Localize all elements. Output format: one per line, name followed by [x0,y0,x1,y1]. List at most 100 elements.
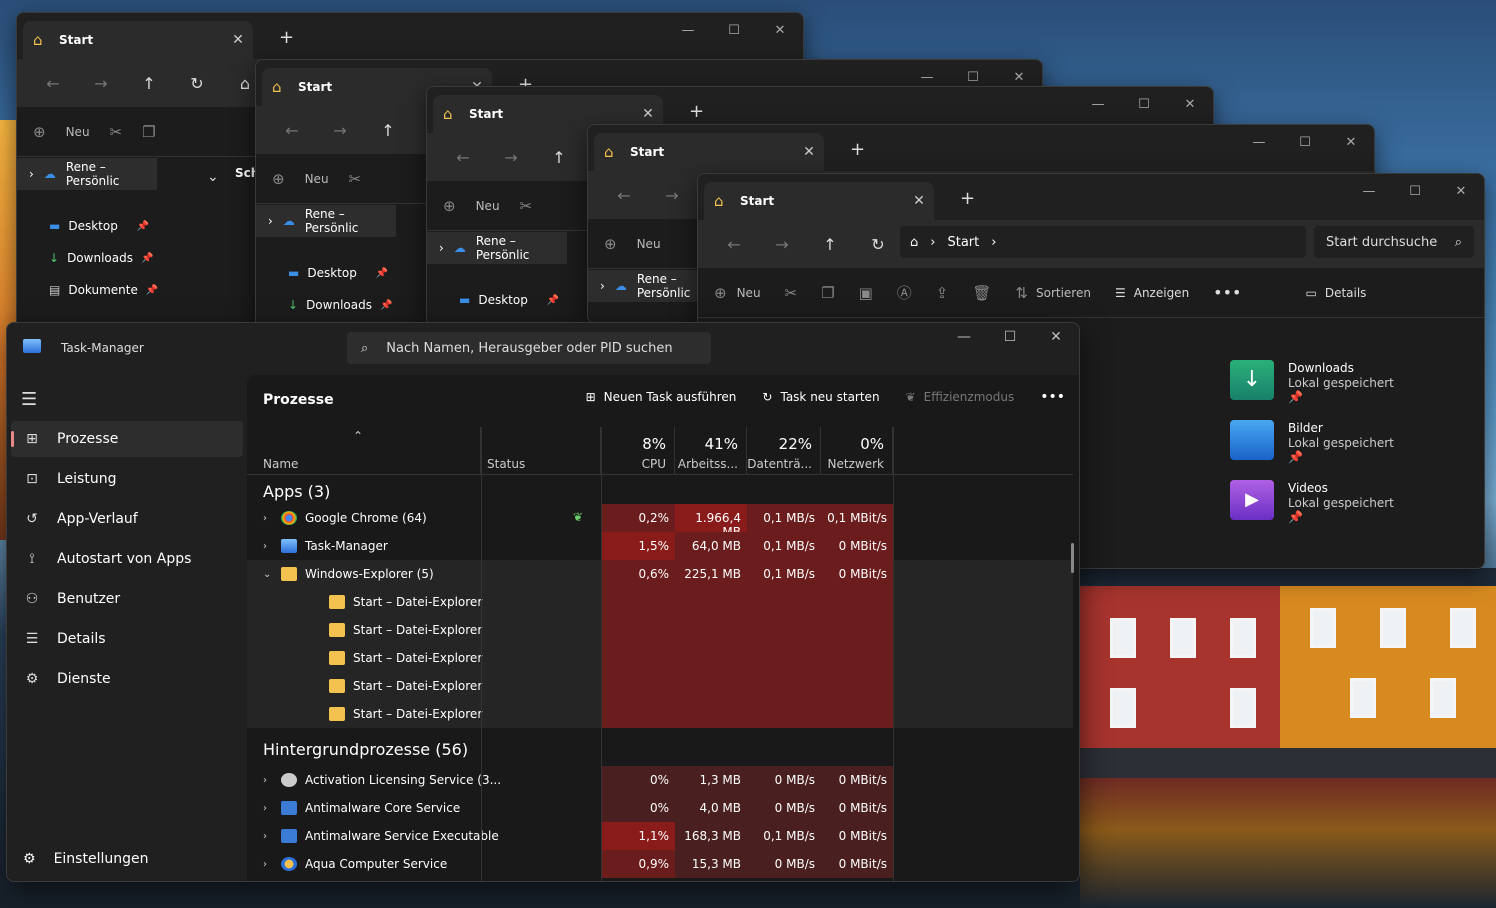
nav-details[interactable]: ☰ Details [11,621,243,657]
chevron-right-icon[interactable]: › [991,235,996,250]
forward-icon[interactable]: → [487,148,535,167]
column-name[interactable]: ⌃ Name [247,427,481,475]
explorer-tab[interactable]: ⌂Start✕ [704,182,934,220]
table-row[interactable]: Start – Datei-Explorer [247,616,1073,644]
close-button[interactable]: ✕ [757,23,803,38]
new-tab-button[interactable]: + [279,27,294,48]
quick-access-downloads[interactable]: ↓ Downloads Lokal gespeichert 📌 [1230,360,1394,404]
quick-access-videos[interactable]: ▶ Videos Lokal gespeichert 📌 [1230,480,1394,524]
chevron-right-icon[interactable]: › [263,803,273,814]
maximize-button[interactable]: ☐ [711,23,757,38]
maximize-button[interactable]: ☐ [1392,184,1438,199]
sidebar-item-desktop[interactable]: ▬ Desktop 📌 [17,210,157,242]
column-status[interactable]: Status [481,427,601,475]
new-button[interactable]: Neu [737,286,761,300]
maximize-button[interactable]: ☐ [1282,135,1328,150]
restart-task-button[interactable]: ↻ Task neu starten [762,390,879,404]
table-row[interactable]: › Antimalware Core Service 0% 4,0 MB 0 MB… [247,794,1073,822]
explorer-tab[interactable]: ⌂Start✕ [23,21,253,59]
chevron-down-icon[interactable]: ⌄ [207,169,219,185]
close-tab-icon[interactable]: ✕ [633,106,663,122]
copy-icon[interactable]: ❐ [821,284,834,302]
new-button[interactable]: Neu [476,199,500,213]
more-options-icon[interactable]: ••• [1040,389,1065,405]
nav-processes[interactable]: ⊞ Prozesse [11,421,243,457]
new-button[interactable]: Neu [637,237,661,251]
column-disk[interactable]: 22% Datenträ... [747,427,821,475]
sort-button[interactable]: Sortieren [1036,286,1091,300]
forward-icon[interactable]: → [758,235,806,254]
cut-icon[interactable]: ✂ [349,170,362,188]
new-button[interactable]: Neu [66,125,90,139]
table-row[interactable]: › Task-Manager 1,5% 64,0 MB 0,1 MB/s 0 MB… [247,532,1073,560]
onedrive-item[interactable]: › ☁ Rene – Persönlic [256,205,396,237]
back-icon[interactable]: ← [439,148,487,167]
close-button[interactable]: ✕ [996,70,1042,85]
forward-icon[interactable]: → [648,186,696,205]
forward-icon[interactable]: → [316,121,364,140]
chevron-right-icon[interactable]: › [263,859,273,870]
cut-icon[interactable]: ✂ [785,284,798,302]
share-icon[interactable]: ⇪ [936,284,949,302]
sidebar-item-downloads[interactable]: ↓ Downloads 📌 [17,242,157,274]
table-row[interactable]: Start – Datei-Explorer [247,588,1073,616]
up-icon[interactable]: ↑ [125,74,173,93]
up-icon[interactable]: ↑ [364,121,412,140]
maximize-button[interactable]: ☐ [987,329,1033,345]
hamburger-menu-icon[interactable]: ☰ [21,389,37,410]
minimize-button[interactable]: — [1075,97,1121,112]
delete-icon[interactable]: 🗑 [972,284,991,302]
home-nav-icon[interactable]: ⌂ [910,235,918,250]
paste-icon[interactable]: ▣ [859,284,873,302]
explorer-tab[interactable]: ⌂Start✕ [594,133,824,171]
close-button[interactable]: ✕ [1328,135,1374,150]
close-tab-icon[interactable]: ✕ [904,193,934,209]
chevron-right-icon[interactable]: › [263,513,273,524]
close-button[interactable]: ✕ [1033,329,1079,345]
minimize-button[interactable]: — [1346,184,1392,199]
nav-startup-apps[interactable]: ⟟ Autostart von Apps [11,541,243,577]
chevron-right-icon[interactable]: › [263,831,273,842]
forward-icon[interactable]: → [77,74,125,93]
chevron-down-icon[interactable]: ⌄ [263,569,273,580]
back-icon[interactable]: ← [710,235,758,254]
column-memory[interactable]: 41% Arbeitss... [675,427,747,475]
refresh-icon[interactable]: ↻ [854,235,902,254]
nav-app-history[interactable]: ↺ App-Verlauf [11,501,243,537]
copy-icon[interactable]: ❐ [142,123,155,141]
table-row[interactable]: ⌄ Windows-Explorer (5) 0,6% 225,1 MB 0,1 … [247,560,1073,588]
minimize-button[interactable]: — [904,70,950,85]
close-tab-icon[interactable]: ✕ [223,32,253,48]
new-tab-button[interactable]: + [689,101,704,122]
cut-icon[interactable]: ✂ [520,197,533,215]
table-row[interactable]: › Antimalware Service Executable 1,1% 168… [247,822,1073,850]
sidebar-item-downloads[interactable]: ↓ Downloads 📌 [256,289,396,321]
sidebar-item-desktop[interactable]: ▬ Desktop 📌 [427,284,567,316]
chevron-right-icon[interactable]: › [263,541,273,552]
column-cpu[interactable]: 8% CPU [601,427,675,475]
new-tab-button[interactable]: + [960,188,975,209]
onedrive-item[interactable]: › ☁ Rene – Persönlic [427,232,567,264]
up-icon[interactable]: ↑ [806,235,854,254]
details-button[interactable]: Details [1325,286,1367,300]
view-button[interactable]: Anzeigen [1134,286,1189,300]
close-button[interactable]: ✕ [1438,184,1484,199]
back-icon[interactable]: ← [600,186,648,205]
more-icon[interactable]: ••• [1213,283,1241,302]
cut-icon[interactable]: ✂ [110,123,123,141]
maximize-button[interactable]: ☐ [1121,97,1167,112]
column-network[interactable]: 0% Netzwerk [821,427,893,475]
sidebar-item-documents[interactable]: ▤ Dokumente 📌 [17,274,158,306]
search-input[interactable]: ⌕ Nach Namen, Herausgeber oder PID suchen [347,332,711,364]
table-row[interactable]: Start – Datei-Explorer [247,700,1073,728]
sidebar-item-desktop[interactable]: ▬ Desktop 📌 [256,257,396,289]
onedrive-item[interactable]: › ☁ Rene – Persönlic [17,158,157,190]
maximize-button[interactable]: ☐ [950,70,996,85]
minimize-button[interactable]: — [1236,135,1282,150]
table-row[interactable]: › Activation Licensing Service (3... 0% 1… [247,766,1073,794]
back-icon[interactable]: ← [268,121,316,140]
nav-settings[interactable]: ⚙ Einstellungen [23,851,148,867]
task-manager-window[interactable]: Task-Manager ⌕ Nach Namen, Herausgeber od… [6,322,1080,882]
rename-icon[interactable]: Ⓐ [897,282,912,303]
chevron-right-icon[interactable]: › [263,775,273,786]
